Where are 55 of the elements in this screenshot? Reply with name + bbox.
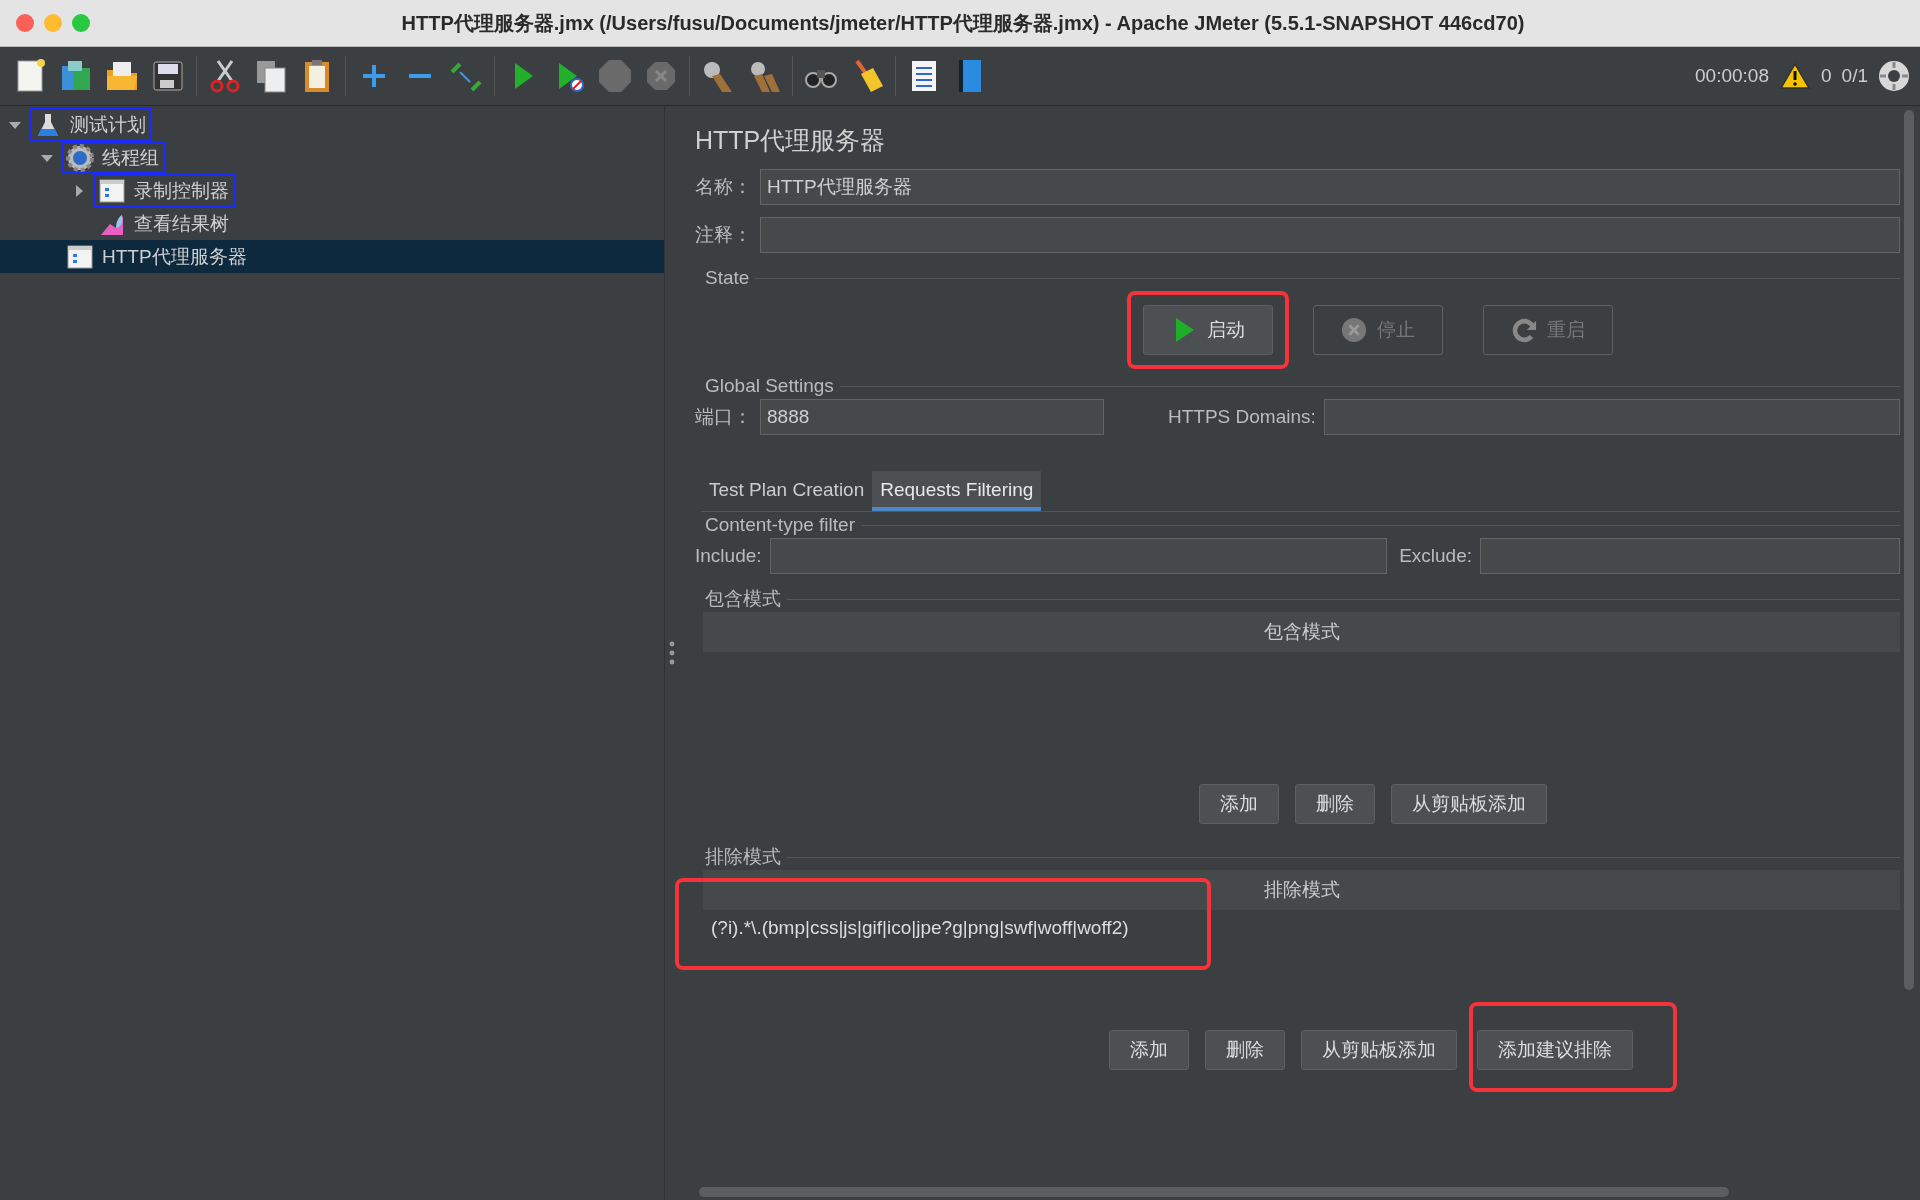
field-label: 名称：: [695, 175, 752, 199]
tab[interactable]: Requests Filtering: [872, 471, 1042, 511]
port-field[interactable]: 8888: [760, 399, 1104, 435]
action-button[interactable]: 删除: [1205, 1030, 1285, 1070]
tree-label: HTTP代理服务器: [102, 244, 247, 269]
tab[interactable]: Test Plan Creation: [701, 471, 873, 511]
document-icon: [66, 242, 94, 271]
elapsed-time: 00:00:08: [1695, 65, 1769, 87]
field-label: Exclude:: [1399, 545, 1472, 567]
action-button[interactable]: 添加: [1199, 784, 1279, 824]
https-domains-field[interactable]: [1323, 399, 1900, 435]
document-icon: [98, 176, 126, 205]
tree-item[interactable]: 录制控制器: [0, 174, 664, 207]
thread-count: 0/1: [1841, 65, 1868, 87]
gear-icon: [66, 143, 94, 172]
section-legend: 包含模式: [705, 586, 787, 612]
table-cell: (?i).*\.(bmp|css|js|gif|ico|jpe?g|png|swf|woff|woff2): [711, 917, 1129, 939]
field-label: 注释：: [695, 223, 752, 247]
tree-item[interactable]: 线程组: [0, 141, 664, 174]
comment-field[interactable]: [760, 217, 1900, 253]
action-button[interactable]: 删除: [1295, 784, 1375, 824]
start-button[interactable]: 启动: [1143, 305, 1273, 355]
field-label: HTTPS Domains:: [1168, 406, 1316, 428]
field-label: Include:: [695, 545, 762, 567]
tree-label: 录制控制器: [134, 178, 229, 203]
horizontal-scrollbar[interactable]: [699, 1187, 1729, 1197]
remote-status-icon: [1878, 60, 1910, 92]
field-label: 端口：: [695, 405, 752, 429]
section-legend: 排除模式: [705, 844, 787, 870]
action-button[interactable]: 添加: [1109, 1030, 1189, 1070]
warning-count: 0: [1821, 65, 1832, 87]
tree-label: 测试计划: [70, 112, 146, 137]
tree-label: 查看结果树: [134, 211, 229, 236]
section-legend: Global Settings: [705, 375, 840, 397]
tree-label: 线程组: [102, 145, 159, 170]
stop-icon: [1341, 316, 1367, 344]
action-button[interactable]: 从剪贴板添加: [1301, 1030, 1457, 1070]
include-field[interactable]: [769, 538, 1388, 574]
panel-title: HTTP代理服务器: [695, 125, 887, 156]
section-legend: State: [705, 267, 756, 289]
tree-item[interactable]: 测试计划: [0, 108, 664, 141]
action-button[interactable]: 从剪贴板添加: [1391, 784, 1547, 824]
action-button[interactable]: 添加建议排除: [1477, 1030, 1633, 1070]
restart-icon: [1511, 316, 1537, 344]
table-header: 排除模式: [703, 870, 1900, 910]
section-legend: Content-type filter: [705, 514, 861, 536]
table-header: 包含模式: [703, 612, 1900, 652]
warning-icon[interactable]: [1779, 62, 1811, 90]
name-field[interactable]: HTTP代理服务器: [760, 169, 1900, 205]
exclude-field[interactable]: [1480, 538, 1900, 574]
window-title: HTTP代理服务器.jmx (/Users/fusu/Documents/jmeter/HTTP代理服务器.jmx) - Apache JMeter (5.5.1-SNAPSHOT 446cd70): [400, 10, 1526, 36]
tree-item[interactable]: 查看结果树: [0, 207, 664, 240]
vertical-scrollbar[interactable]: [1904, 110, 1914, 990]
splitter-handle[interactable]: [669, 641, 675, 665]
tree-item[interactable]: HTTP代理服务器: [0, 240, 664, 273]
